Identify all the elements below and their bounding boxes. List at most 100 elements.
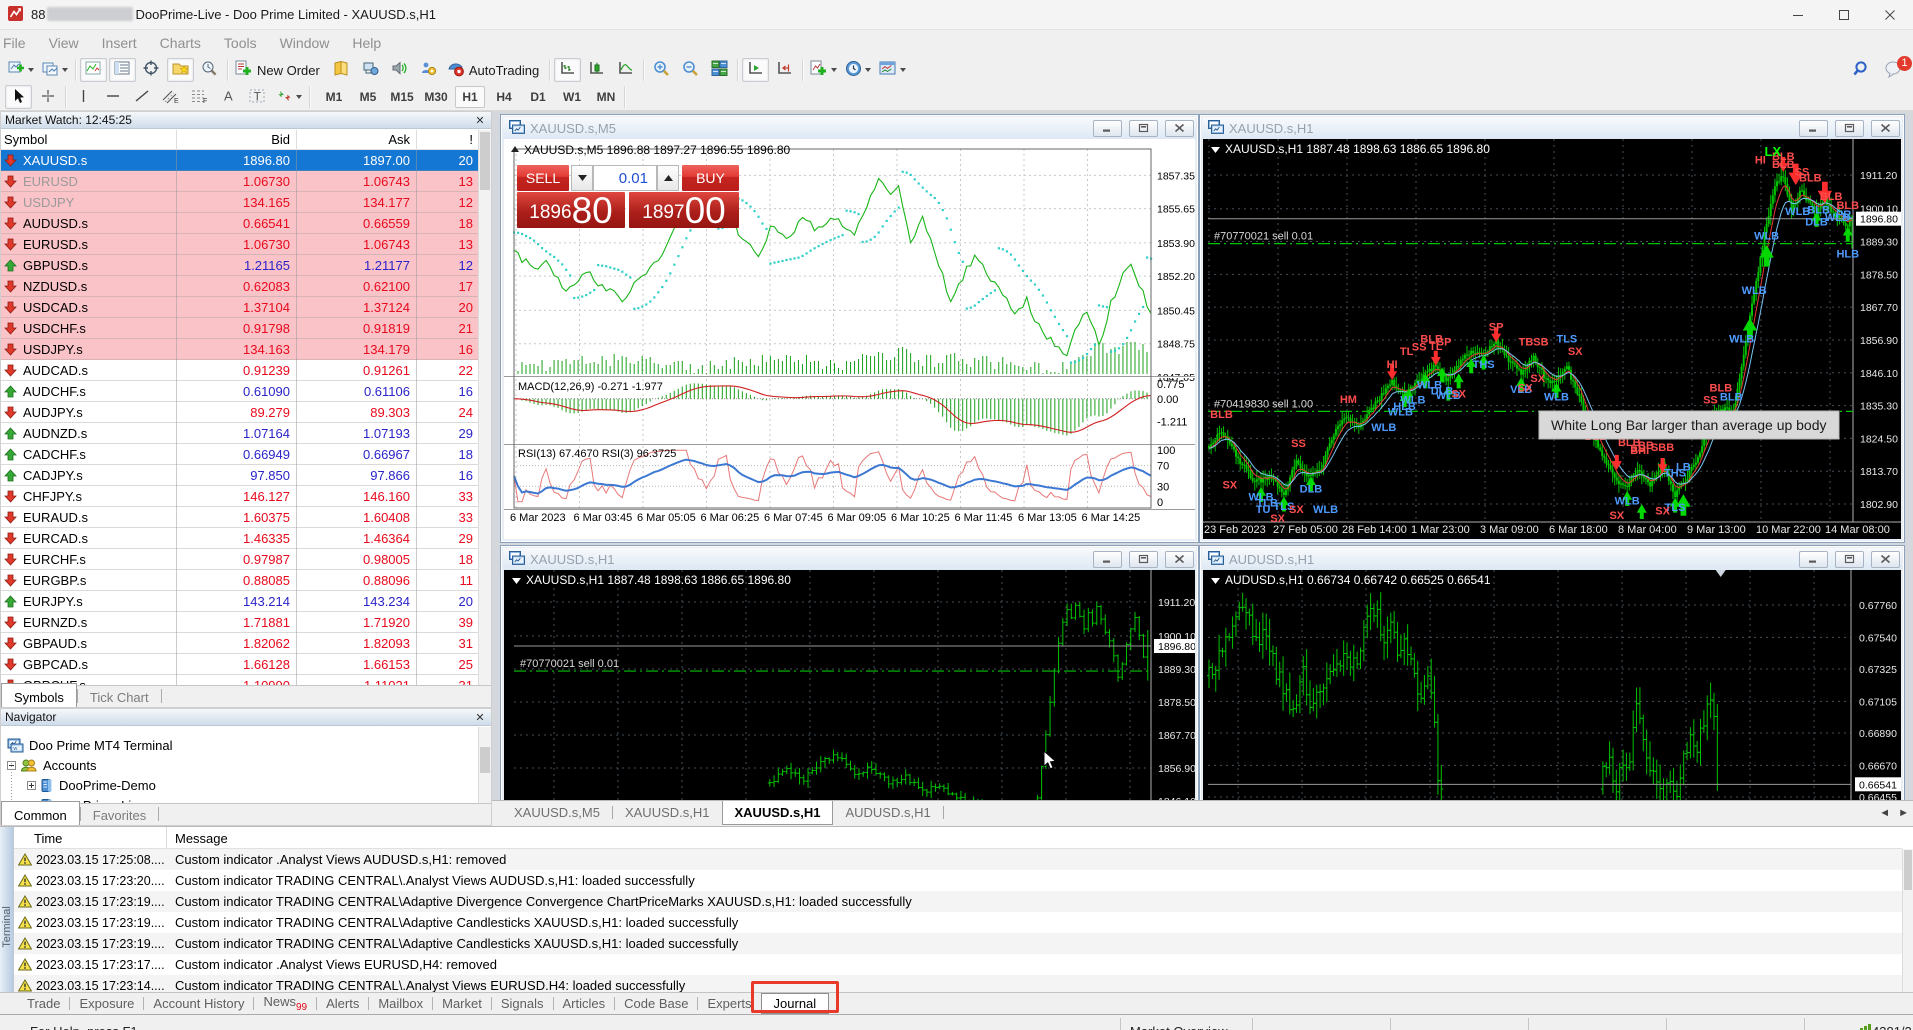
chart-tab-2[interactable]: XAUUSD.s,H1 xyxy=(722,801,834,825)
indicators-button[interactable] xyxy=(807,58,840,82)
navigator-tab-favorites[interactable]: Favorites xyxy=(81,803,158,825)
candlestick-mode-button[interactable] xyxy=(583,58,610,82)
market-watch-row-AUDNZD.s[interactable]: AUDNZD.s 1.07164 1.07193 29 xyxy=(1,423,478,444)
market-watch-row-AUDCHF.s[interactable]: AUDCHF.s 0.61090 0.61106 16 xyxy=(1,381,478,402)
terminal-tab-exposure[interactable]: Exposure xyxy=(70,994,143,1013)
child-restore-button[interactable] xyxy=(1835,551,1864,568)
market-watch-tab-symbols[interactable]: Symbols xyxy=(1,683,77,707)
journal-row[interactable]: 2023.03.15 17:25:08....Custom indicator … xyxy=(14,849,1902,870)
child-restore-button[interactable] xyxy=(1129,551,1158,568)
auto-scroll-button[interactable] xyxy=(742,58,769,82)
volume-input[interactable]: 0.01 xyxy=(593,165,657,191)
vertical-line-button[interactable] xyxy=(70,85,97,109)
chart-tab-0[interactable]: XAUUSD.s,M5 xyxy=(502,801,612,823)
expert-advisors-button[interactable] xyxy=(415,58,442,82)
chevron-down-icon[interactable] xyxy=(831,68,837,72)
market-watch-row-CHFJPY.s[interactable]: CHFJPY.s 146.127 146.160 33 xyxy=(1,486,478,507)
scrollbar-thumb[interactable] xyxy=(1904,850,1912,890)
chevron-down-icon[interactable] xyxy=(296,95,302,99)
tab-scroll-right-icon[interactable]: ► xyxy=(1898,807,1909,819)
timeframe-mn[interactable]: MN xyxy=(591,86,621,108)
periods-button[interactable] xyxy=(842,58,874,82)
child-minimize-button[interactable] xyxy=(1799,120,1828,137)
text-button[interactable]: A xyxy=(215,85,242,109)
market-watch-row-XAUUSD.s[interactable]: XAUUSD.s 1896.80 1897.00 20 xyxy=(1,150,478,171)
col-bid[interactable]: Bid xyxy=(176,130,296,149)
timeframe-m30[interactable]: M30 xyxy=(421,86,451,108)
terminal-scrollbar[interactable] xyxy=(1902,849,1913,1014)
terminal-tab-mailbox[interactable]: Mailbox xyxy=(369,994,432,1013)
market-watch-close-icon[interactable]: ✕ xyxy=(473,114,487,127)
chart-area[interactable]: 1911.201900.101889.301878.501867.701856.… xyxy=(1203,139,1901,539)
line-chart-mode-button[interactable] xyxy=(612,58,639,82)
terminal-tab-account-history[interactable]: Account History xyxy=(144,994,253,1013)
terminal-tab-journal[interactable]: Journal xyxy=(761,993,830,1014)
arrows-tool-button[interactable] xyxy=(273,85,305,109)
terminal-tab-news[interactable]: News99 xyxy=(254,992,316,1015)
navigator-item-dooprime-demo[interactable]: DooPrime-Demo xyxy=(1,775,478,795)
minimize-button[interactable] xyxy=(1775,0,1821,30)
volume-decrease-button[interactable] xyxy=(571,165,593,191)
text-label-button[interactable]: T xyxy=(244,85,271,109)
bar-chart-mode-button[interactable] xyxy=(554,58,581,82)
col-symbol[interactable]: Symbol xyxy=(1,130,176,149)
market-watch-row-AUDCAD.s[interactable]: AUDCAD.s 0.91239 0.91261 22 xyxy=(1,360,478,381)
navigator-toggle-button[interactable] xyxy=(167,58,194,82)
fibonacci-button[interactable]: F xyxy=(186,85,213,109)
chart-window-titlebar[interactable]: XAUUSD.s,M5 xyxy=(503,117,1196,139)
market-watch-row-EURNZD.s[interactable]: EURNZD.s 1.71881 1.71920 39 xyxy=(1,612,478,633)
trendline-button[interactable] xyxy=(128,85,155,109)
chart-tab-3[interactable]: AUDUSD.s,H1 xyxy=(833,801,942,823)
chevron-down-icon[interactable] xyxy=(28,68,34,72)
child-minimize-button[interactable] xyxy=(1093,120,1122,137)
journal-row[interactable]: 2023.03.15 17:23:17....Custom indicator … xyxy=(14,954,1902,975)
chart-area[interactable]: 1911.201900.101889.301878.501867.701856.… xyxy=(504,570,1195,822)
journal-row[interactable]: 2023.03.15 17:23:19....Custom indicator … xyxy=(14,891,1902,912)
market-watch-row-USDCHF.s[interactable]: USDCHF.s 0.91798 0.91819 21 xyxy=(1,318,478,339)
chart-window-titlebar[interactable]: XAUUSD.s,H1 xyxy=(1202,117,1902,139)
maximize-button[interactable] xyxy=(1821,0,1867,30)
autotrading-button[interactable]: AutoTrading xyxy=(444,58,545,82)
market-watch-row-USDCAD.s[interactable]: USDCAD.s 1.37104 1.37124 20 xyxy=(1,297,478,318)
zoom-in-button[interactable] xyxy=(648,58,675,82)
market-watch-row-AUDUSD.s[interactable]: AUDUSD.s 0.66541 0.66559 18 xyxy=(1,213,478,234)
market-watch-row-EURUSD[interactable]: EURUSD 1.06730 1.06743 13 xyxy=(1,171,478,192)
child-close-button[interactable] xyxy=(1871,120,1900,137)
chart-tab-1[interactable]: XAUUSD.s,H1 xyxy=(613,801,722,823)
new-chart-button[interactable] xyxy=(5,58,37,82)
child-restore-button[interactable] xyxy=(1835,120,1864,137)
market-watch-row-EURUSD.s[interactable]: EURUSD.s 1.06730 1.06743 13 xyxy=(1,234,478,255)
data-window-button[interactable] xyxy=(138,58,165,82)
market-watch-row-EURCHF.s[interactable]: EURCHF.s 0.97987 0.98005 18 xyxy=(1,549,478,570)
navigator-item-accounts[interactable]: Accounts xyxy=(1,755,478,775)
expand-icon[interactable] xyxy=(27,781,36,790)
sell-button[interactable]: SELL xyxy=(517,165,569,191)
chart-area[interactable]: 1857.351855.651853.901852.201850.451848.… xyxy=(504,139,1195,539)
navigator-item-doo-prime-mt4-terminal[interactable]: wDoo Prime MT4 Terminal xyxy=(1,735,478,755)
terminal-tab-alerts[interactable]: Alerts xyxy=(317,994,368,1013)
chat-notification-icon[interactable]: 1 xyxy=(1885,60,1905,81)
navigator-close-icon[interactable]: ✕ xyxy=(473,711,487,724)
terminal-tab-experts[interactable]: Experts xyxy=(698,994,760,1013)
menu-help[interactable]: Help xyxy=(349,31,392,55)
market-watch-tab-tick-chart[interactable]: Tick Chart xyxy=(78,685,161,707)
child-close-button[interactable] xyxy=(1165,551,1194,568)
child-minimize-button[interactable] xyxy=(1799,551,1828,568)
profiles-button[interactable] xyxy=(39,58,71,82)
terminal-tab-signals[interactable]: Signals xyxy=(492,994,553,1013)
equidistant-channel-button[interactable]: E xyxy=(157,85,184,109)
sounds-button[interactable] xyxy=(386,58,413,82)
terminal-tab-articles[interactable]: Articles xyxy=(554,994,615,1013)
scrollbar-thumb[interactable] xyxy=(480,132,490,190)
templates-button[interactable] xyxy=(876,58,909,82)
scrollbar-thumb[interactable] xyxy=(480,747,490,773)
menu-file[interactable]: File xyxy=(0,31,37,55)
timeframe-w1[interactable]: W1 xyxy=(557,86,587,108)
timeframe-h4[interactable]: H4 xyxy=(489,86,519,108)
tab-scroll-left-icon[interactable]: ◄ xyxy=(1879,807,1890,819)
menu-view[interactable]: View xyxy=(46,31,90,55)
market-watch-row-GBPAUD.s[interactable]: GBPAUD.s 1.82062 1.82093 31 xyxy=(1,633,478,654)
crosshair-button[interactable] xyxy=(34,85,61,109)
chart-shift-button[interactable] xyxy=(771,58,798,82)
metaeditor-button[interactable] xyxy=(328,58,355,82)
